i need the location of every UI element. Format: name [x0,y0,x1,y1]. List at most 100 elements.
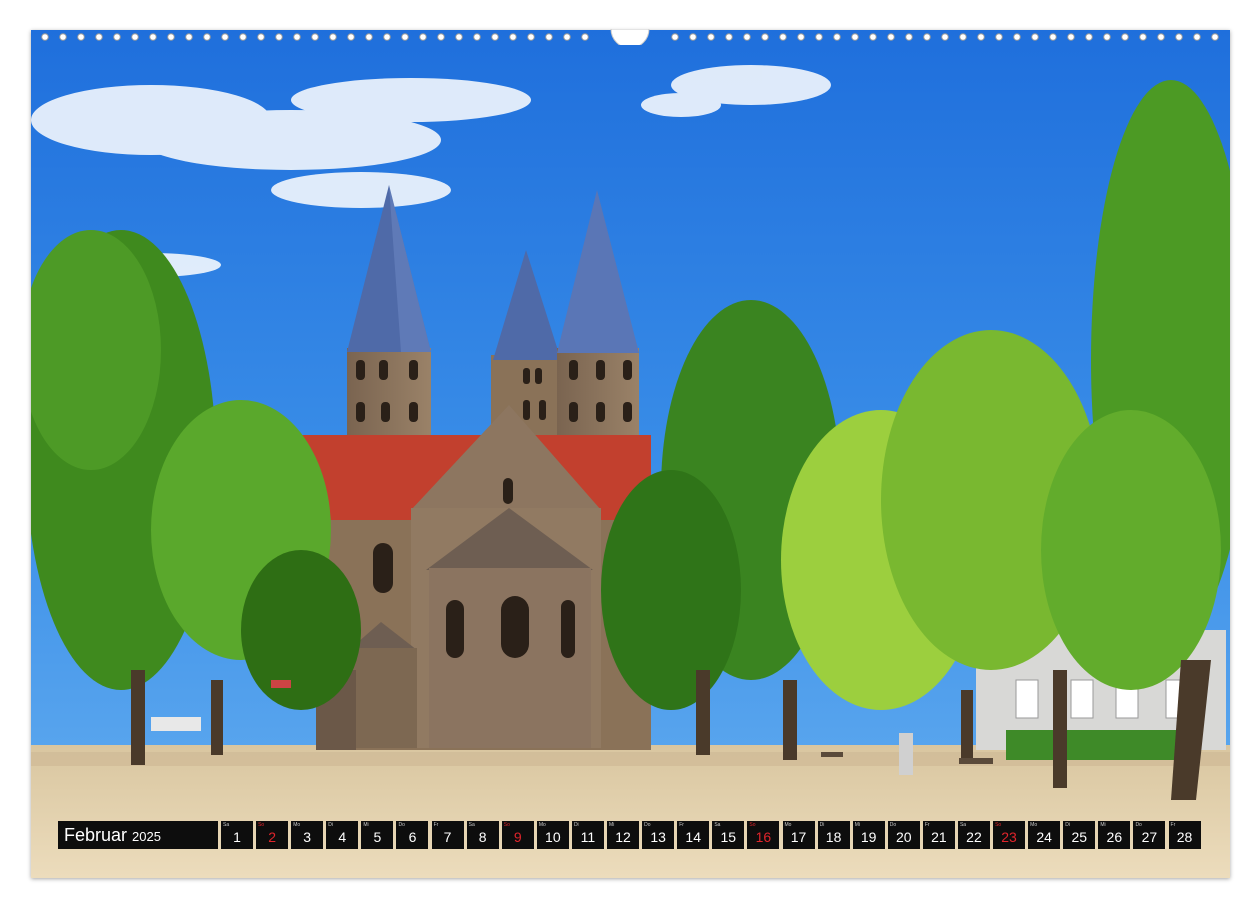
day-number: 8 [478,829,487,845]
binding-hole [185,33,193,41]
weekday-label: Di [819,822,825,828]
binding-hole [167,33,175,41]
weekday-label: Fr [433,822,439,828]
binding-hole [815,33,823,41]
binding-hole [311,33,319,41]
day-cell: Di 11 [571,821,604,849]
weekday-label: Mi [854,822,860,828]
binding-hole [689,33,697,41]
day-cell: Sa 15 [712,821,745,849]
day-cell: Fr 14 [677,821,710,849]
binding-hole [977,33,985,41]
day-number: 25 [1071,829,1088,845]
binding-hole [95,33,103,41]
day-cell: Mi 12 [607,821,640,849]
binding-hole [941,33,949,41]
weekday-label: Sa [468,822,475,828]
day-number: 20 [895,829,912,845]
binding-hole [797,33,805,41]
binding-hole [41,33,49,41]
binding-hole [131,33,139,41]
binding-hole [743,33,751,41]
weekday-label: Do [644,822,651,828]
day-cell: Mo 17 [782,821,815,849]
binding-hole [1211,33,1219,41]
month-label: Februar 2025 [58,821,218,849]
binding-hole [1013,33,1021,41]
binding-hole [293,33,301,41]
day-cell: Mo 10 [536,821,569,849]
binding-hole [833,33,841,41]
binding-hole [869,33,877,41]
binding-hole [1085,33,1093,41]
day-number: 27 [1141,829,1158,845]
weekday-label: Mo [538,822,546,828]
day-number: 10 [545,829,561,845]
binding-hole [959,33,967,41]
day-number: 1 [233,829,241,845]
day-number: 3 [303,829,312,845]
month-name: Februar [64,824,128,845]
day-cell: Di 4 [326,821,359,849]
day-cell: Do 20 [887,821,920,849]
weekday-label: So [503,822,510,828]
binding-hole [995,33,1003,41]
binding-hole [1175,33,1183,41]
day-number: 5 [373,829,382,845]
binding-hole [437,33,445,41]
binding-hole [581,33,589,41]
weekday-label: Sa [223,822,230,828]
binding-hole [1031,33,1039,41]
binding-hole [887,33,895,41]
weekday-label: Mi [1100,822,1106,828]
weekday-label: So [258,822,265,828]
weekday-label: Mi [609,822,615,828]
binding-hole [203,33,211,41]
binding-hole [761,33,769,41]
day-cell: So 2 [256,821,289,849]
day-number: 18 [825,829,842,845]
weekday-label: Di [1065,822,1070,828]
day-cell: Do 27 [1133,821,1166,849]
binding-hole [1121,33,1129,41]
day-cell: So 9 [501,821,534,849]
weekday-label: Mo [1030,822,1038,828]
binding-hole [113,33,121,41]
day-number: 9 [513,829,522,845]
binding-hole [1103,33,1111,41]
day-cell: Mi 5 [361,821,394,849]
day-cell: Do 6 [396,821,429,849]
binding-hole [275,33,283,41]
weekday-label: Fr [679,822,684,828]
binding-hole [779,33,787,41]
weekday-label: So [995,822,1002,828]
binding-hole [347,33,355,41]
binding-hole [1049,33,1057,41]
day-number: 12 [615,829,631,845]
calendar-strip: Februar 2025 Sa 1 So 2 Mo 3 Di 4 Mi 5 Do 6 Fr 7 Sa 8 So 9… [58,821,1204,849]
day-cell: Sa 1 [221,821,253,849]
day-number: 17 [790,829,807,845]
binding-hole [851,33,859,41]
binding-hole [707,33,715,41]
day-number: 6 [408,829,417,845]
day-cell: Mo 3 [291,821,324,849]
day-number: 7 [443,829,452,845]
day-number: 16 [755,829,772,845]
hanger-notch [610,29,650,45]
binding-hole [491,33,499,41]
binding-hole [383,33,391,41]
binding-hole [527,33,535,41]
binding-hole [545,33,553,41]
day-cell: Fr 7 [431,821,464,849]
day-number: 23 [1001,829,1017,845]
binding-hole [77,33,85,41]
binding-hole [59,33,67,41]
day-number: 19 [860,829,877,845]
binding-hole [473,33,481,41]
bin [899,733,913,775]
binding-hole [725,33,733,41]
day-cell: Fr 28 [1168,821,1201,849]
binding-hole [401,33,409,41]
binding-hole [671,33,679,41]
